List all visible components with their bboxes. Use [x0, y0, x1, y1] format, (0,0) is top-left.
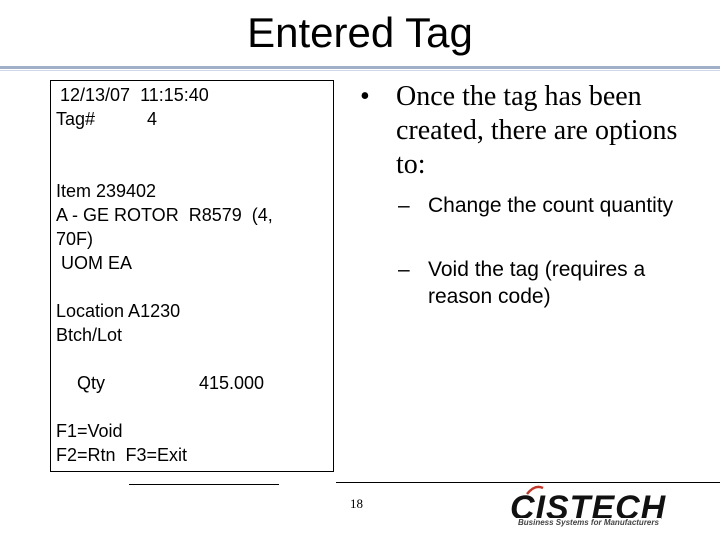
- tag-value: 4: [147, 109, 158, 129]
- qty-label: Qty: [77, 373, 106, 393]
- page-number: 18: [350, 496, 363, 511]
- sub-bullet-text: Change the count quantity: [428, 194, 674, 217]
- datetime-text: 12/13/07 11:15:40: [55, 85, 209, 105]
- bullet-marker: •: [360, 81, 370, 112]
- terminal-screen: 12/13/07 11:15:40 Tag# 4 Item 239402 A -…: [50, 80, 334, 485]
- sub-bullet-text: Void the tag (requires a reason code): [428, 258, 646, 308]
- footer-rule: [336, 482, 720, 483]
- qty-input-underline: [129, 484, 279, 485]
- cistech-logo: CISTECH Business Systems for Manufacture…: [510, 485, 680, 530]
- logo-swoosh-icon: [526, 485, 544, 495]
- slide-title: Entered Tag: [247, 9, 473, 56]
- title-divider-shadow: [0, 70, 720, 71]
- description-line-1: A - GE ROTOR R8579 (4,: [56, 205, 273, 225]
- qty-value[interactable]: 415.000: [199, 371, 264, 395]
- main-bullet-text: Once the tag has been created, there are…: [396, 81, 678, 180]
- location-text: Location A1230: [56, 301, 181, 321]
- tag-label: Tag#: [56, 109, 96, 129]
- title-divider: [0, 66, 720, 69]
- sub-bullet-marker: –: [398, 258, 410, 281]
- description-line-2: 70F): [56, 229, 94, 249]
- batch-lot-label: Btch/Lot: [56, 325, 123, 345]
- logo-tagline: Business Systems for Manufacturers: [516, 518, 661, 527]
- f1-void-key[interactable]: F1=Void: [56, 419, 123, 443]
- uom-text: UOM EA: [56, 253, 133, 273]
- item-text: Item 239402: [56, 181, 157, 201]
- f2-f3-keys[interactable]: F2=Rtn F3=Exit: [56, 443, 187, 467]
- sub-bullet-marker: –: [398, 194, 410, 217]
